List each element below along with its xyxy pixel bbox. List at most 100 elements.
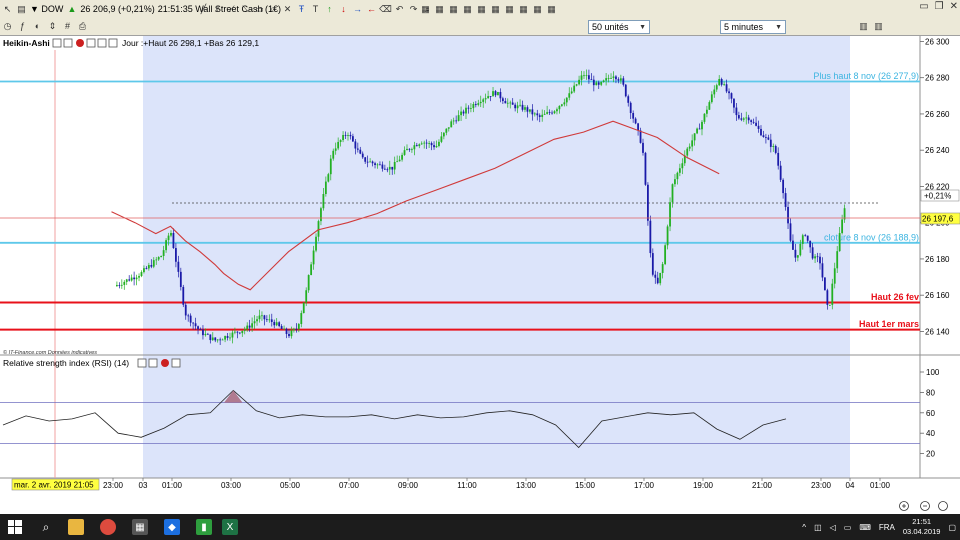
bars-icon[interactable]: ▥ [873,21,884,32]
pane-close-icon[interactable] [76,39,84,47]
pane-minimize-icon[interactable] [108,38,118,48]
layout6-icon[interactable]: ▦ [490,4,501,15]
layout2-icon[interactable]: ▦ [434,4,445,15]
minimize-icon[interactable]: ▭ [919,1,928,12]
grid-icon[interactable]: # [62,21,73,32]
candle-body [718,79,721,86]
candle-body [182,286,185,305]
candle-body [560,104,563,106]
file-explorer-icon[interactable] [68,519,84,535]
interval-select[interactable]: 5 minutes ▼ [720,20,786,34]
period-icon[interactable]: ◷ [2,21,13,32]
layout9-icon[interactable]: ▦ [532,4,543,15]
time-axis-label: 23:00 [103,481,124,490]
trend-tool-icon[interactable]: ⟋ [226,4,237,15]
candle-body [438,141,440,146]
layout3-icon[interactable]: ▦ [448,4,459,15]
chart-icon[interactable]: ▤ [16,4,27,15]
close-icon[interactable]: ✕ [950,1,958,12]
candle-body [460,111,462,116]
candle-body [551,112,553,114]
time-axis-label: 07:00 [339,481,360,490]
search-icon[interactable]: ⌕ [38,519,54,535]
pane-maximize-icon[interactable] [97,38,107,48]
candle-body [607,78,610,79]
candle-body [202,329,204,336]
layout4-icon[interactable]: ▦ [462,4,473,15]
candle-body [725,84,728,92]
dropbox-icon[interactable]: ◆ [164,519,180,535]
candle-body [590,79,593,81]
rsi-close-icon[interactable] [161,359,169,367]
channel-tool-icon[interactable]: ⫽ [212,4,223,15]
candle-body [612,76,615,78]
line-tool-icon[interactable]: ╱ [198,4,209,15]
redo-icon[interactable]: ↷ [408,4,419,15]
candles-icon[interactable]: ▥ [858,21,869,32]
cursor-icon[interactable]: ↖ [2,4,13,15]
restore-icon[interactable]: ❐ [935,1,944,12]
rsi-properties-icon[interactable] [171,358,181,368]
layout1-icon[interactable]: ▦ [420,4,431,15]
calculator-icon[interactable]: ▦ [132,519,148,535]
candle-body [179,271,182,287]
chart-type-label[interactable]: Heikin-Ashi [3,38,50,48]
rsi-window-icon[interactable] [148,358,158,368]
pane-settings-icon[interactable] [52,38,62,48]
time-axis-label: 11:00 [457,481,477,490]
candle-body [529,109,531,112]
layout5-icon[interactable]: ▦ [476,4,487,15]
excel-icon[interactable]: X [222,519,238,535]
keyboard-icon[interactable]: ⌨ [859,523,871,532]
color-icon[interactable]: ◐ [32,21,43,32]
rsi-settings-icon[interactable] [137,358,147,368]
zoom-reset-icon[interactable] [938,501,948,511]
sell-arrow-icon[interactable]: ↓ [338,4,349,15]
candle-body [307,275,310,291]
tray-arrow-icon[interactable]: ^ [802,523,806,532]
candle-body [231,332,234,338]
layout7-icon[interactable]: ▦ [504,4,515,15]
chrome-icon[interactable] [100,519,116,535]
candle-body [703,113,706,122]
print-icon[interactable]: ⎙ [77,21,88,32]
chart-area[interactable]: Heikin-Ashi Jour :+Haut 26 298,1 +Bas 26… [0,36,960,514]
notifications-icon[interactable]: ▢ [948,523,956,532]
language-indicator[interactable]: FRA [879,523,895,532]
network-icon[interactable]: ◫ [814,523,822,532]
right-arrow-icon[interactable]: → [352,4,363,15]
buy-arrow-icon[interactable]: ↑ [324,4,335,15]
rsi-title-label[interactable]: Relative strength index (RSI) (14) [3,358,129,368]
trading-app-icon[interactable]: ▮ [196,519,212,535]
scale-icon[interactable]: ⇕ [47,21,58,32]
rectangle-tool-icon[interactable]: ▭ [254,4,265,15]
pane-window-icon[interactable] [63,38,73,48]
candle-body [506,102,509,104]
layout10-icon[interactable]: ▦ [546,4,557,15]
fibonacci-tool-icon[interactable]: Ŧ [296,4,307,15]
candle-body [465,107,467,114]
candle-body [548,112,551,113]
eraser-icon[interactable]: ⌫ [379,4,392,15]
text-tool-icon[interactable]: T [310,4,321,15]
battery-icon[interactable]: ▭ [844,523,852,532]
volume-icon[interactable]: ◁ [830,523,836,532]
candle-body [767,137,770,140]
circle-tool-icon[interactable]: ○ [268,4,279,15]
candle-body [546,112,549,114]
ray-tool-icon[interactable]: ⟍ [240,4,251,15]
left-arrow-icon[interactable]: ← [366,4,377,15]
taskbar-clock[interactable]: 21:51 03.04.2019 [903,517,941,537]
candle-body [519,104,521,106]
candle-body [824,277,826,291]
layout8-icon[interactable]: ▦ [518,4,529,15]
cross-tool-icon[interactable]: ✕ [282,4,293,15]
units-select[interactable]: 50 unités ▼ [588,20,650,34]
undo-icon[interactable]: ↶ [394,4,405,15]
windows-start-icon[interactable] [8,520,22,534]
symbol-select[interactable]: ▼ DOW [30,4,63,14]
candle-body [787,206,789,224]
candle-body [521,104,524,110]
indicator-icon[interactable]: ƒ [17,21,28,32]
pane-properties-icon[interactable] [86,38,96,48]
